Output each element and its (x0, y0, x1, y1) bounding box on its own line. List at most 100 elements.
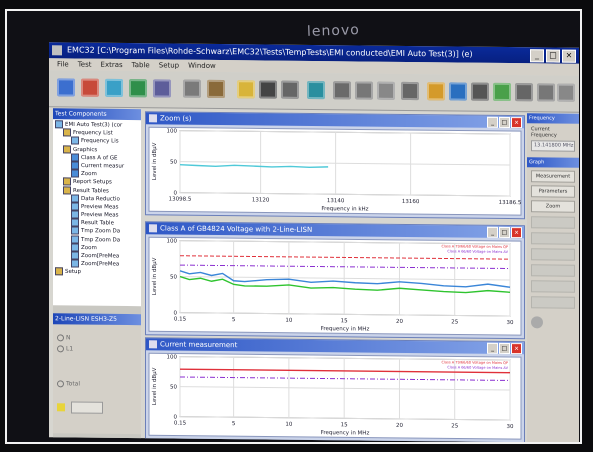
marker3-icon[interactable] (401, 81, 419, 101)
marker-icon[interactable] (355, 81, 373, 100)
marker2-icon[interactable] (377, 81, 395, 100)
lisn-option-n[interactable]: N (57, 334, 137, 342)
cursor-icon[interactable] (333, 81, 351, 100)
maximize-button[interactable]: □ (499, 342, 510, 355)
minimize-button[interactable]: _ (487, 342, 498, 354)
window-title: EMC32 [C:\Program Files\Rohde-Schwarz\EM… (67, 45, 473, 59)
minimize-button[interactable]: _ (530, 49, 544, 63)
tree-item-label: Report Setups (73, 179, 112, 186)
dial-icon[interactable] (531, 316, 543, 329)
tree-item-label: Zoom[PreMea (81, 261, 120, 268)
x-tick-label: 15 (341, 422, 348, 428)
menu-window[interactable]: Window (188, 62, 216, 70)
close-button[interactable]: × (511, 343, 522, 355)
maximize-button[interactable]: □ (546, 49, 560, 63)
minimize-button[interactable]: _ (487, 226, 498, 238)
menu-file[interactable]: File (57, 60, 69, 68)
close-button[interactable]: × (511, 117, 522, 129)
maximize-button[interactable]: □ (499, 226, 510, 239)
classa-chart-window: Class A of GB4824 Voltage with 2-Line-LI… (145, 221, 525, 340)
option-field[interactable] (531, 264, 575, 277)
menu-setup[interactable]: Setup (159, 61, 179, 69)
tree-item-label: Result Tables (73, 187, 109, 194)
settings-icon[interactable] (129, 79, 147, 98)
tree-item-label: Frequency Lis (81, 138, 119, 145)
parameters-button[interactable]: Parameters (531, 185, 575, 198)
chart-window-icon (149, 114, 157, 123)
limit-label: Class A 66/60 Voltage on Mains AV (447, 365, 508, 370)
tool-icon[interactable] (207, 79, 225, 99)
test-components-tree: EMI Auto Test(3) (cor Frequency List Frequ… (53, 119, 141, 307)
tree-item-label: Zoom (81, 171, 97, 178)
current-frequency-field[interactable]: 13.141800 MHz (531, 140, 575, 152)
x-tick-label: 10 (285, 318, 292, 324)
y-axis-label: Level in dBµV (152, 142, 158, 180)
tree-item-label: Current measur (81, 162, 125, 170)
x-tick-label: 13140 (327, 198, 345, 204)
save-icon[interactable] (259, 80, 277, 99)
checkbox-icon (71, 161, 79, 170)
final-icon[interactable] (537, 83, 555, 102)
y-axis-label: Level in dBµV (152, 367, 158, 405)
lisn-option-l1[interactable]: L1 (57, 345, 137, 353)
x-axis-label: Frequency in MHz (321, 326, 370, 333)
tree-item[interactable]: Setup (53, 267, 141, 277)
report-icon[interactable] (81, 78, 99, 97)
limit-icon[interactable] (427, 82, 445, 101)
folder-icon[interactable] (237, 80, 255, 99)
x-tick-label: 20 (396, 423, 403, 429)
print-icon[interactable] (281, 80, 299, 99)
folder-icon (63, 128, 71, 137)
close-button[interactable]: × (562, 49, 576, 63)
export-icon[interactable] (493, 82, 511, 102)
x-tick-label: 15 (341, 318, 348, 324)
lisn-header: 2-Line-LISN ESH3-Z5 (53, 313, 141, 326)
app-icon (52, 45, 62, 56)
option-field[interactable] (531, 248, 575, 261)
option-field[interactable] (531, 280, 575, 293)
graphics-icon[interactable] (105, 78, 123, 97)
minimize-button[interactable]: _ (487, 116, 498, 128)
zoom-button[interactable]: Zoom (531, 200, 575, 213)
lisn-option-total[interactable]: Total (57, 380, 137, 388)
chart-window-icon (149, 224, 157, 233)
close-button[interactable]: × (511, 227, 522, 239)
x-tick-label: 0.15 (174, 317, 187, 323)
maximize-button[interactable]: □ (499, 116, 510, 129)
document-icon (71, 243, 79, 252)
tree-item-label: Tmp Zoom Da (81, 228, 121, 235)
measure-icon[interactable] (183, 79, 201, 98)
prescan-icon[interactable] (515, 83, 533, 102)
measurement-button[interactable]: Measurement (531, 170, 575, 183)
x-tick-label: 25 (451, 319, 458, 325)
zoom-icon[interactable] (471, 82, 489, 101)
exit-icon[interactable] (307, 80, 325, 100)
radio-icon (57, 345, 64, 353)
x-tick-label: 13098.5 (169, 196, 192, 202)
lisn-apply-button[interactable] (71, 401, 103, 414)
limit-label: Class A 79/66/60 Voltage on Mains QP (441, 360, 508, 365)
tree-item-label: Zoom[PreMea (81, 253, 120, 260)
folder-icon (55, 267, 63, 276)
option-field[interactable] (531, 296, 575, 309)
x-tick-label: 30 (507, 320, 514, 326)
open-icon[interactable] (57, 78, 75, 97)
y-tick-label: 50 (170, 384, 177, 390)
left-panel: Test Components EMI Auto Test(3) (cor Fre… (53, 108, 141, 440)
menu-test[interactable]: Test (78, 61, 92, 69)
y-tick-label: 100 (167, 354, 178, 360)
x-tick-label: 13160 (402, 199, 420, 205)
frequency-panel-header: Frequency (527, 113, 579, 124)
document-icon (71, 218, 79, 227)
option-field[interactable] (531, 232, 575, 245)
option-field[interactable] (531, 216, 575, 229)
table-icon[interactable] (153, 79, 171, 98)
document-icon (71, 259, 79, 268)
y-tick-label: 50 (170, 274, 177, 280)
peak-icon[interactable] (449, 82, 467, 101)
menu-table[interactable]: Table (132, 61, 150, 69)
menu-extras[interactable]: Extras (101, 61, 123, 69)
current-chart-window: Current measurement _ □ × 0.15 5 10 15 20 25 30 0… (145, 337, 525, 442)
stop-icon[interactable] (557, 83, 575, 102)
current-frequency-label: Current Frequency (531, 126, 557, 139)
